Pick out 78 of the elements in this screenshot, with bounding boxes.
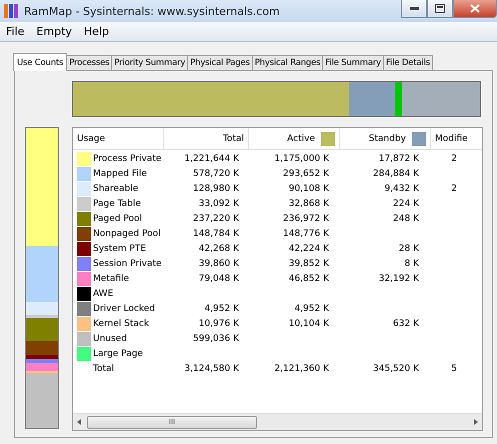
table-cell: 32,868 K bbox=[288, 198, 329, 208]
table-cell: Shareable bbox=[93, 184, 138, 194]
table-cell: 4,952 K bbox=[204, 304, 239, 314]
table-cell: Driver Locked bbox=[93, 304, 156, 314]
table-cell: 17,872 K bbox=[378, 154, 419, 164]
table-cell: Unused bbox=[93, 334, 127, 344]
app-icon bbox=[4, 4, 18, 18]
tab[interactable]: Physical Pages bbox=[187, 55, 253, 70]
minimize-button[interactable] bbox=[401, 0, 427, 18]
menu-item[interactable]: File bbox=[0, 25, 30, 38]
table-cell: 39,860 K bbox=[198, 258, 239, 268]
minimize-icon bbox=[410, 7, 418, 10]
tab[interactable]: File Summary bbox=[322, 55, 384, 70]
table-cell: 284,884 K bbox=[373, 168, 419, 178]
table-cell: Metafile bbox=[93, 274, 130, 284]
table-cell: 3,124,580 K bbox=[184, 364, 239, 374]
close-button[interactable] bbox=[453, 0, 497, 18]
table-cell: 2 bbox=[451, 184, 457, 194]
table-cell: 8 K bbox=[404, 258, 419, 268]
table-cell: 79,048 K bbox=[198, 274, 239, 284]
table-cell: 10,104 K bbox=[288, 318, 329, 328]
table-cell: Paged Pool bbox=[93, 214, 142, 224]
close-icon bbox=[470, 4, 480, 13]
table-cell: 237,220 K bbox=[193, 214, 239, 224]
table-cell: 42,268 K bbox=[198, 244, 239, 254]
table-cell: 128,980 K bbox=[193, 184, 239, 194]
menu-item[interactable]: Help bbox=[78, 25, 115, 38]
column-header[interactable]: Modifie bbox=[431, 128, 482, 149]
table-cell: 39,852 K bbox=[288, 258, 329, 268]
table-cell: 10,976 K bbox=[198, 318, 239, 328]
table-cell: 293,652 K bbox=[283, 168, 329, 178]
tab[interactable]: Priority Summary bbox=[111, 55, 188, 70]
table-cell: 33,092 K bbox=[198, 198, 239, 208]
table-cell: Large Page bbox=[93, 348, 143, 358]
table-cell: Total bbox=[93, 364, 114, 374]
column-header[interactable]: Standby bbox=[340, 128, 431, 149]
scroll-right-icon bbox=[474, 419, 478, 425]
table-cell: 578,720 K bbox=[193, 168, 239, 178]
table-cell: 2 bbox=[451, 154, 457, 164]
column-header[interactable]: Usage bbox=[73, 128, 164, 149]
table-cell: Mapped File bbox=[93, 168, 147, 178]
tab[interactable]: Physical Ranges bbox=[252, 55, 324, 70]
window-title: RamMap - Sysinternals: www.sysinternals.com bbox=[24, 4, 280, 18]
table-cell: 345,520 K bbox=[373, 364, 419, 374]
tab[interactable]: File Details bbox=[382, 55, 433, 70]
table-cell: 148,776 K bbox=[283, 228, 329, 238]
table-cell: 236,972 K bbox=[283, 214, 329, 224]
table-cell: 28 K bbox=[398, 244, 419, 254]
table-cell: 599,036 K bbox=[193, 334, 239, 344]
table-cell: 5 bbox=[451, 364, 457, 374]
table-cell: 42,224 K bbox=[288, 244, 329, 254]
table-cell: Session Private bbox=[93, 258, 162, 268]
maximize-button[interactable] bbox=[427, 0, 453, 18]
table-cell: Process Private bbox=[93, 154, 162, 164]
table-cell: Kernel Stack bbox=[93, 318, 150, 328]
table-cell: 32,192 K bbox=[378, 274, 419, 284]
table-cell: 632 K bbox=[393, 318, 419, 328]
table-cell: 2,121,360 K bbox=[274, 364, 329, 374]
table-cell: 248 K bbox=[393, 214, 419, 224]
table-cell: 90,108 K bbox=[288, 184, 329, 194]
table-cell: 148,784 K bbox=[193, 228, 239, 238]
column-header[interactable]: Total bbox=[164, 128, 249, 149]
table-cell: 224 K bbox=[393, 198, 419, 208]
column-header[interactable]: Active bbox=[249, 128, 340, 149]
table-cell: 46,852 K bbox=[288, 274, 329, 284]
table-cell: 1,175,000 K bbox=[274, 154, 329, 164]
menu-item[interactable]: Empty bbox=[30, 25, 78, 38]
table-cell: Nonpaged Pool bbox=[93, 228, 161, 238]
scroll-left-icon bbox=[77, 419, 81, 425]
table-cell: 4,952 K bbox=[294, 304, 329, 314]
table-cell: Page Table bbox=[93, 198, 141, 208]
table-cell: System PTE bbox=[93, 244, 146, 254]
table-cell: AWE bbox=[93, 288, 114, 298]
table-cell: 1,221,644 K bbox=[184, 154, 239, 164]
maximize-icon bbox=[435, 4, 445, 13]
tab[interactable]: Use Counts bbox=[13, 53, 68, 71]
table-cell: 9,432 K bbox=[384, 184, 419, 194]
tab[interactable]: Processes bbox=[66, 55, 112, 70]
